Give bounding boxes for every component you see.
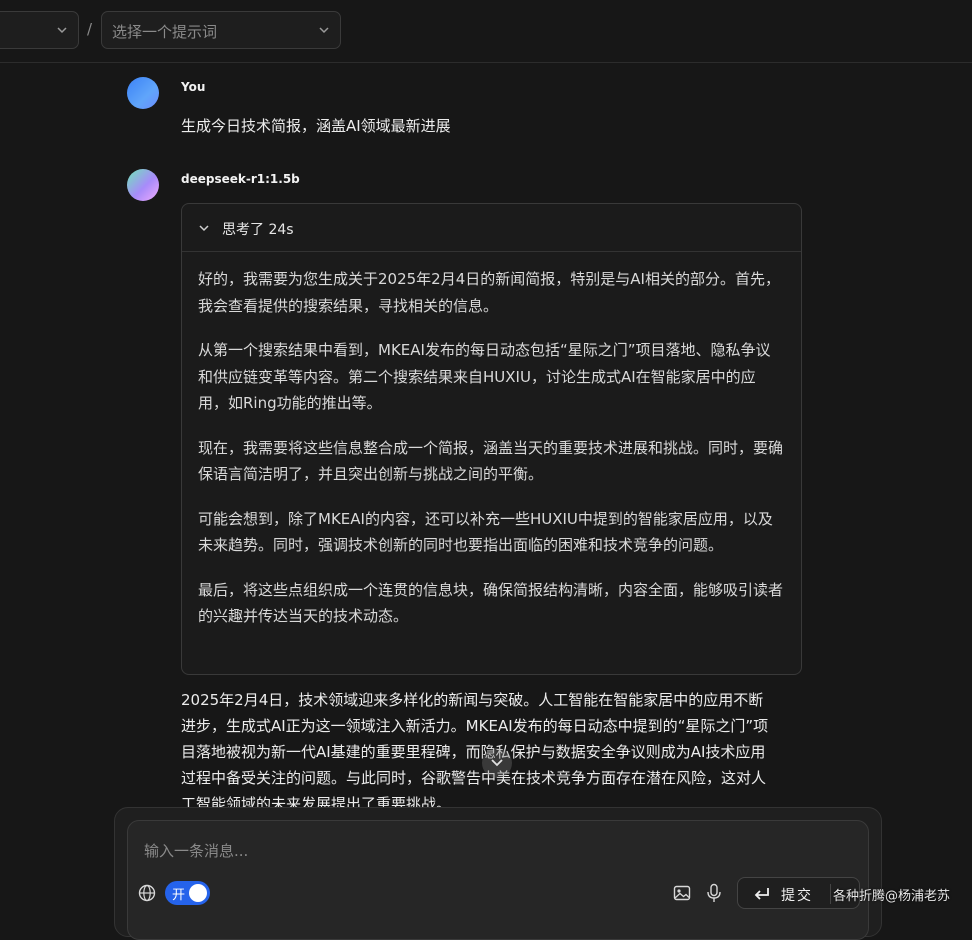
prompt-select-placeholder: 选择一个提示词 xyxy=(112,23,218,41)
toggle-knob xyxy=(189,884,207,902)
assistant-sender-name: deepseek-r1:1.5b xyxy=(181,172,300,186)
assistant-avatar xyxy=(127,169,159,201)
prompt-select[interactable]: 选择一个提示词 xyxy=(101,11,341,49)
thinking-paragraph: 从第一个搜索结果中看到，MKEAI发布的每日动态包括“星际之门”项目落地、隐私争… xyxy=(198,341,771,412)
thinking-content: 好的，我需要为您生成关于2025年2月4日的新闻简报，特别是与AI相关的部分。首… xyxy=(182,252,801,630)
toggle-label: 开 xyxy=(172,888,186,903)
assistant-message-header: deepseek-r1:1.5b xyxy=(127,169,827,203)
thinking-panel: 思考了 24s 好的，我需要为您生成关于2025年2月4日的新闻简报，特别是与A… xyxy=(181,203,802,675)
submit-label: 提交 xyxy=(781,888,813,904)
chevron-down-icon xyxy=(57,27,67,34)
model-select[interactable] xyxy=(0,11,79,49)
top-bar: / 选择一个提示词 xyxy=(0,0,972,63)
enter-icon xyxy=(754,888,769,900)
thinking-paragraph: 最后，将这些点组织成一个连贯的信息块，确保简报结构清晰，内容全面，能够吸引读者的… xyxy=(198,580,784,626)
thinking-paragraph: 好的，我需要为您生成关于2025年2月4日的新闻简报，特别是与AI相关的部分。首… xyxy=(198,270,780,315)
chevron-down-icon xyxy=(319,27,329,34)
thinking-paragraph: 可能会想到，除了MKEAI的内容，还可以补充一些HUXIU中提到的智能家居应用，… xyxy=(198,509,773,555)
thinking-paragraph: 现在，我需要将这些信息整合成一个简报，涵盖当天的重要技术进展和挑战。同时，要确保… xyxy=(198,438,784,484)
user-sender-name: You xyxy=(181,80,206,94)
thinking-label: 思考了 24s xyxy=(222,222,294,238)
user-message-text: 生成今日技术简报，涵盖AI领域最新进展 xyxy=(181,117,451,135)
assistant-answer-text: 2025年2月4日，技术领域迎来多样化的新闻与突破。人工智能在智能家居中的应用不… xyxy=(181,691,769,813)
user-avatar xyxy=(127,77,159,109)
chevron-down-icon xyxy=(199,225,209,232)
message-input[interactable]: 输入一条消息... xyxy=(144,840,248,861)
user-message: You 生成今日技术简报，涵盖AI领域最新进展 xyxy=(127,77,827,147)
chevron-down-icon xyxy=(491,759,503,767)
image-icon[interactable] xyxy=(673,884,691,902)
web-search-toggle[interactable]: 开 xyxy=(165,881,210,905)
globe-icon[interactable] xyxy=(138,884,156,902)
submit-divider xyxy=(830,884,831,904)
microphone-icon[interactable] xyxy=(706,883,722,903)
select-separator: / xyxy=(87,20,93,38)
message-composer: 输入一条消息... 开 提交 xyxy=(127,820,869,940)
watermark: 各种折腾@杨浦老苏 xyxy=(833,889,951,904)
thinking-toggle[interactable]: 思考了 24s xyxy=(182,204,801,252)
scroll-to-bottom-button[interactable] xyxy=(482,748,512,778)
